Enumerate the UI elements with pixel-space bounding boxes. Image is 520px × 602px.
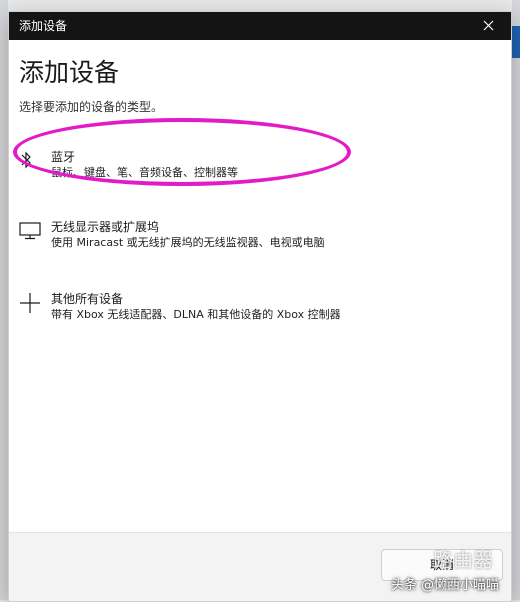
page-title: 添加设备 xyxy=(19,58,120,87)
option-description: 使用 Miracast 或无线扩展坞的无线监视器、电视或电脑 xyxy=(51,236,325,249)
bluetooth-icon xyxy=(21,151,31,169)
page-subtitle: 选择要添加的设备的类型。 xyxy=(19,100,164,114)
option-description: 鼠标、键盘、笔、音频设备、控制器等 xyxy=(51,166,238,179)
close-button[interactable] xyxy=(475,14,503,38)
option-bluetooth[interactable]: 蓝牙 鼠标、键盘、笔、音频设备、控制器等 xyxy=(9,144,511,200)
option-everything-else[interactable]: 其他所有设备 带有 Xbox 无线适配器、DLNA 和其他设备的 Xbox 控制… xyxy=(9,286,511,342)
title-bar: 添加设备 xyxy=(9,12,511,40)
watermark-text: 头条 @懒西小喵喵 xyxy=(390,578,499,593)
close-icon xyxy=(483,20,494,31)
watermark-logo: 路由器 xyxy=(433,548,493,572)
add-device-dialog: 添加设备 添加设备 选择要添加的设备的类型。 蓝牙 鼠标、键盘、笔、音频设备、控… xyxy=(8,11,512,602)
plus-icon xyxy=(20,293,40,313)
background-right xyxy=(512,0,520,600)
monitor-icon xyxy=(19,222,41,240)
option-title: 蓝牙 xyxy=(51,150,76,164)
option-wireless-display[interactable]: 无线显示器或扩展坞 使用 Miracast 或无线扩展坞的无线监视器、电视或电脑 xyxy=(9,214,511,270)
option-description: 带有 Xbox 无线适配器、DLNA 和其他设备的 Xbox 控制器 xyxy=(51,308,341,321)
window-title: 添加设备 xyxy=(19,19,68,33)
background-left xyxy=(0,0,8,600)
option-title: 无线显示器或扩展坞 xyxy=(51,220,160,234)
option-title: 其他所有设备 xyxy=(51,292,124,306)
